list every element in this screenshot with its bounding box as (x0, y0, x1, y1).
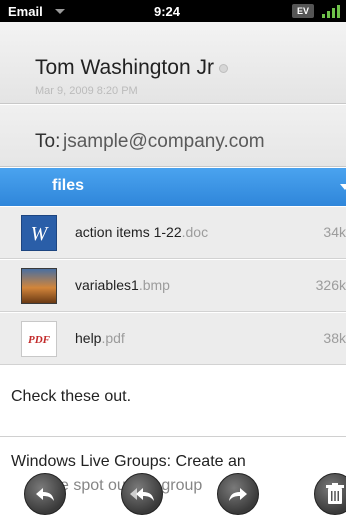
attachment-name: help.pdf (75, 330, 125, 346)
attachment-extension: .bmp (138, 277, 170, 293)
word-document-icon: W (21, 215, 57, 251)
attachment-extension: .doc (181, 224, 209, 240)
app-menu-caret-icon[interactable] (55, 9, 65, 14)
forward-icon (229, 488, 247, 501)
to-label: To: (35, 131, 61, 152)
attachment-item[interactable]: W action items 1-22.doc 34k (0, 207, 346, 259)
attachments-header-label: files (52, 177, 85, 194)
forward-button[interactable] (217, 473, 259, 515)
status-bar: Email 9:24 EV (0, 0, 346, 22)
attachment-name: variables1.bmp (75, 277, 170, 293)
attachment-size: 38k (323, 330, 346, 346)
image-file-icon (21, 268, 57, 304)
message-header: Tom Washington Jr Mar 9, 2009 8:20 PM (0, 22, 346, 104)
signal-strength-icon (320, 5, 346, 18)
attachment-size: 34k (323, 224, 346, 240)
delete-button[interactable] (314, 473, 346, 515)
attachment-item[interactable]: variables1.bmp 326k (0, 260, 346, 312)
sent-date: Mar 9, 2009 8:20 PM (35, 85, 138, 97)
collapse-arrow-icon[interactable] (340, 184, 346, 190)
attachment-size: 326k (315, 277, 346, 293)
attachments-header[interactable]: files (0, 168, 346, 206)
attachment-item[interactable]: PDF help.pdf 38k (0, 313, 346, 365)
reply-all-icon (130, 488, 154, 501)
message-body-line: Check these out. (11, 388, 132, 405)
reply-all-button[interactable] (121, 473, 163, 515)
reply-button[interactable] (24, 473, 66, 515)
attachment-name: action items 1-22.doc (75, 224, 208, 240)
network-type-badge: EV (292, 4, 314, 18)
attachment-basename: variables1 (75, 277, 139, 293)
message-body-line: Windows Live Groups: Create an (11, 453, 246, 470)
attachment-basename: action items 1-22 (75, 224, 182, 240)
presence-status-icon (218, 63, 228, 73)
clock: 9:24 (154, 4, 181, 19)
trash-icon (326, 483, 344, 504)
app-menu-label[interactable]: Email (8, 4, 43, 19)
pdf-file-icon: PDF (21, 321, 57, 357)
body-divider (0, 436, 346, 437)
attachment-basename: help (75, 330, 102, 346)
recipient-address[interactable]: jsample@company.com (63, 131, 265, 153)
recipient-row[interactable]: To: jsample@company.com (0, 105, 346, 167)
sender-name[interactable]: Tom Washington Jr (35, 56, 228, 80)
attachment-extension: .pdf (101, 330, 125, 346)
sender-name-text: Tom Washington Jr (35, 56, 214, 79)
reply-icon (36, 488, 54, 501)
